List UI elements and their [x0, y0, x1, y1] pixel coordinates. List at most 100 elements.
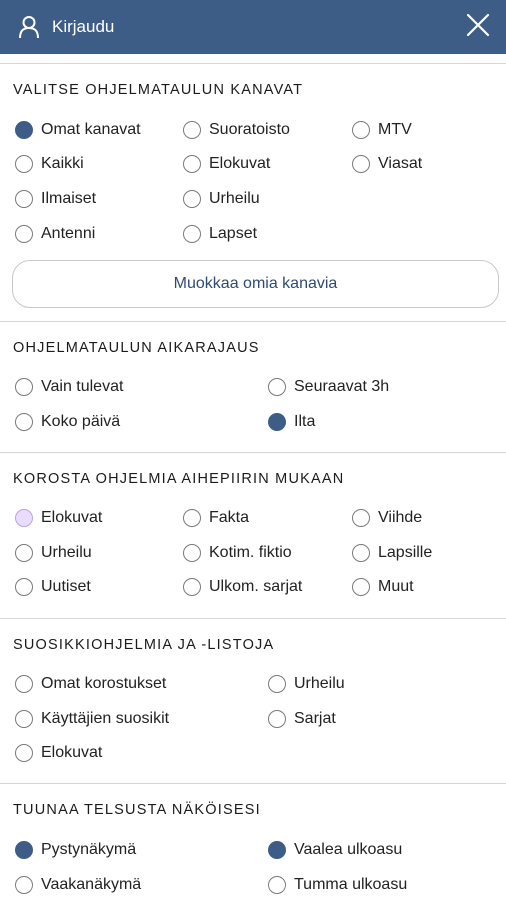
radio-icon[interactable]	[268, 876, 286, 894]
radio-icon[interactable]	[15, 225, 33, 243]
radio-icon[interactable]	[268, 841, 286, 859]
radio-icon[interactable]	[352, 155, 370, 173]
option-fakta[interactable]: Fakta	[183, 506, 249, 530]
section-title: TUUNAA TELSUSTA NÄKÖISESI	[13, 802, 261, 818]
option-vaakanakyma[interactable]: Vaakanäkymä	[15, 873, 141, 897]
option-label: Koko päivä	[41, 413, 121, 430]
option-label: Ilta	[294, 413, 316, 430]
radio-icon[interactable]	[352, 578, 370, 596]
radio-icon[interactable]	[15, 876, 33, 894]
section-title: VALITSE OHJELMATAULUN KANAVAT	[13, 82, 304, 98]
radio-icon[interactable]	[183, 544, 201, 562]
radio-icon[interactable]	[183, 155, 201, 173]
option-urheilu[interactable]: Urheilu	[183, 187, 260, 211]
section-title: OHJELMATAULUN AIKARAJAUS	[13, 340, 260, 356]
option-viihde[interactable]: Viihde	[352, 506, 422, 530]
radio-icon[interactable]	[15, 155, 33, 173]
option-ilmaiset[interactable]: Ilmaiset	[15, 187, 96, 211]
radio-icon[interactable]	[15, 413, 33, 431]
user-icon[interactable]	[18, 15, 40, 39]
edit-channels-button[interactable]: Muokkaa omia kanavia	[12, 260, 499, 308]
option-label: Lapset	[209, 225, 258, 242]
radio-icon[interactable]	[15, 121, 33, 139]
option-label: Uutiset	[41, 578, 91, 595]
login-link[interactable]: Kirjaudu	[52, 17, 114, 37]
option-antenni[interactable]: Antenni	[15, 222, 95, 246]
option-label: Ilmaiset	[41, 190, 97, 207]
option-label: Seuraavat 3h	[294, 378, 390, 395]
radio-icon[interactable]	[183, 225, 201, 243]
radio-icon[interactable]	[15, 509, 33, 527]
option-label: Vaalea ulkoasu	[294, 841, 403, 858]
radio-icon[interactable]	[268, 378, 286, 396]
option-label: Urheilu	[294, 675, 345, 692]
option-elokuvat[interactable]: Elokuvat	[183, 152, 270, 176]
option-label: Elokuvat	[41, 509, 103, 526]
option-mtv[interactable]: MTV	[352, 118, 412, 142]
option-label: Muut	[378, 578, 414, 595]
section-title: SUOSIKKIOHJELMIA JA -LISTOJA	[13, 637, 275, 653]
option-label: Viihde	[378, 509, 423, 526]
option-label: Urheilu	[209, 190, 260, 207]
option-muut[interactable]: Muut	[352, 575, 414, 599]
option-sarjat[interactable]: Sarjat	[268, 707, 336, 731]
radio-icon[interactable]	[352, 121, 370, 139]
option-uutiset[interactable]: Uutiset	[15, 575, 91, 599]
option-vain-tulevat[interactable]: Vain tulevat	[15, 375, 123, 399]
option-label: Käyttäjien suosikit	[41, 710, 170, 727]
option-lapsille[interactable]: Lapsille	[352, 541, 432, 565]
option-label: Suoratoisto	[209, 121, 290, 138]
option-kayttajien-suosikit[interactable]: Käyttäjien suosikit	[15, 707, 169, 731]
close-icon	[466, 13, 490, 42]
radio-icon[interactable]	[15, 710, 33, 728]
option-pystynakyma[interactable]: Pystynäkymä	[15, 838, 136, 862]
option-kaikki[interactable]: Kaikki	[15, 152, 84, 176]
radio-icon[interactable]	[15, 578, 33, 596]
radio-icon[interactable]	[268, 413, 286, 431]
option-fav-elokuvat[interactable]: Elokuvat	[15, 741, 102, 765]
radio-icon[interactable]	[15, 378, 33, 396]
option-kotim-fiktio[interactable]: Kotim. fiktio	[183, 541, 292, 565]
radio-icon[interactable]	[183, 509, 201, 527]
option-omat-korostukset[interactable]: Omat korostukset	[15, 672, 166, 696]
close-button[interactable]	[464, 13, 492, 41]
radio-icon[interactable]	[268, 675, 286, 693]
option-seuraavat-3h[interactable]: Seuraavat 3h	[268, 375, 389, 399]
option-koko-paiva[interactable]: Koko päivä	[15, 410, 120, 434]
option-vaalea-ulkoasu[interactable]: Vaalea ulkoasu	[268, 838, 402, 862]
option-label: Urheilu	[41, 544, 92, 561]
option-omat-kanavat[interactable]: Omat kanavat	[15, 118, 141, 142]
option-label: Kaikki	[41, 155, 84, 172]
option-label: Elokuvat	[41, 744, 103, 761]
option-lapset[interactable]: Lapset	[183, 222, 257, 246]
option-label: Vain tulevat	[41, 378, 124, 395]
edit-channels-label: Muokkaa omia kanavia	[173, 275, 338, 292]
header-bar: Kirjaudu	[0, 0, 506, 54]
radio-icon[interactable]	[15, 675, 33, 693]
option-label: Ulkom. sarjat	[209, 578, 303, 595]
option-hl-elokuvat[interactable]: Elokuvat	[15, 506, 102, 530]
radio-icon[interactable]	[183, 190, 201, 208]
option-label: Omat korostukset	[41, 675, 167, 692]
radio-icon[interactable]	[352, 544, 370, 562]
option-hl-urheilu[interactable]: Urheilu	[15, 541, 92, 565]
option-ulkom-sarjat[interactable]: Ulkom. sarjat	[183, 575, 302, 599]
option-label: MTV	[378, 121, 412, 138]
option-fav-urheilu[interactable]: Urheilu	[268, 672, 345, 696]
option-suoratoisto[interactable]: Suoratoisto	[183, 118, 290, 142]
section-title: KOROSTA OHJELMIA AIHEPIIRIN MUKAAN	[13, 471, 345, 487]
radio-icon[interactable]	[268, 710, 286, 728]
radio-icon[interactable]	[183, 578, 201, 596]
option-viasat[interactable]: Viasat	[352, 152, 422, 176]
radio-icon[interactable]	[15, 841, 33, 859]
radio-icon[interactable]	[15, 544, 33, 562]
radio-icon[interactable]	[15, 190, 33, 208]
option-label: Viasat	[378, 155, 423, 172]
radio-icon[interactable]	[183, 121, 201, 139]
radio-icon[interactable]	[15, 744, 33, 762]
option-label: Tumma ulkoasu	[294, 876, 408, 893]
option-ilta[interactable]: Ilta	[268, 410, 315, 434]
option-tumma-ulkoasu[interactable]: Tumma ulkoasu	[268, 873, 407, 897]
radio-icon[interactable]	[352, 509, 370, 527]
option-label: Pystynäkymä	[41, 841, 137, 858]
